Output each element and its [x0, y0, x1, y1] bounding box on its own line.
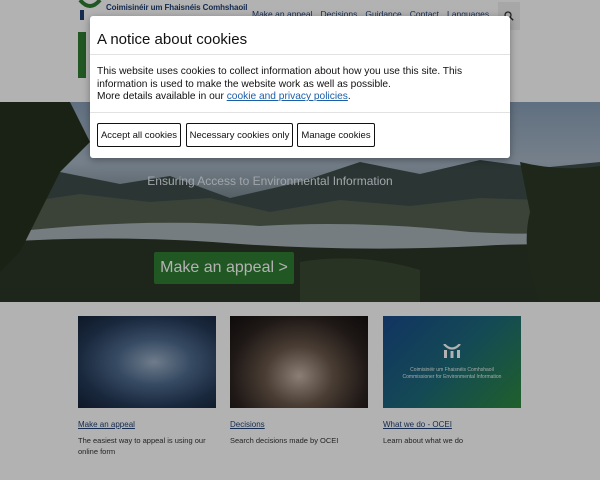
cookie-notice-details-prefix: More details available in our: [97, 91, 227, 102]
cookie-notice-text-line: information is used to make the website …: [97, 78, 391, 90]
cookie-notice-text-line: This website uses cookies to collect inf…: [97, 66, 463, 77]
cookie-notice-body: This website uses cookies to collect inf…: [97, 66, 502, 104]
dialog-divider: [90, 112, 510, 113]
accept-all-cookies-button[interactable]: Accept all cookies: [97, 123, 181, 147]
cookie-notice-details-suffix: .: [347, 91, 351, 102]
necessary-cookies-only-button[interactable]: Necessary cookies only: [186, 123, 293, 147]
cookie-policy-link[interactable]: cookie and privacy policies: [227, 91, 348, 102]
dialog-divider: [90, 54, 510, 55]
manage-cookies-button[interactable]: Manage cookies: [297, 123, 375, 147]
cookie-notice-dialog: A notice about cookies This website uses…: [90, 16, 510, 158]
cookie-notice-text-line: More details available in our cookie and…: [97, 91, 502, 104]
cookie-notice-title: A notice about cookies: [97, 31, 248, 48]
